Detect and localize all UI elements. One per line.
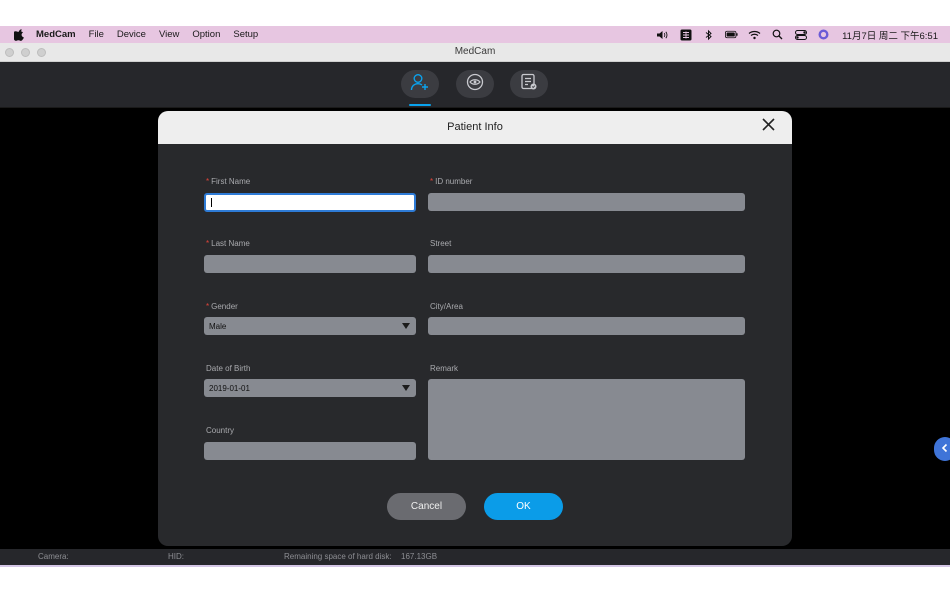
window-bottom-edge: [0, 565, 950, 567]
dropdown-arrow-icon: [402, 385, 410, 391]
menu-bar: MedCam File Device View Option Setup 11月…: [0, 26, 950, 43]
id-number-label: * ID number: [430, 177, 473, 186]
gender-value: Male: [209, 321, 227, 331]
volume-icon[interactable]: [656, 28, 669, 41]
disk-space-value: 167.13GB: [401, 552, 438, 561]
hid-status-label: HID:: [168, 552, 184, 561]
country-label: Country: [206, 426, 235, 435]
active-tab-indicator: [409, 104, 431, 106]
preview-eye-icon: [466, 73, 484, 96]
status-menu-area: 11月7日 周二 下午6:51: [656, 26, 938, 43]
first-name-field[interactable]: [204, 193, 416, 212]
dob-value: 2019-01-01: [209, 383, 250, 393]
dob-select[interactable]: 2019-01-01: [204, 379, 416, 397]
menu-option[interactable]: Option: [192, 29, 220, 40]
street-label: Street: [430, 239, 452, 248]
screen: MedCam File Device View Option Setup 11月…: [0, 0, 950, 594]
last-name-field[interactable]: [204, 255, 416, 273]
country-field[interactable]: [204, 442, 416, 460]
dialog-title: Patient Info: [447, 121, 503, 133]
window-title-bar: MedCam: [0, 43, 950, 62]
last-name-label: * Last Name: [206, 239, 250, 248]
top-margin: [0, 0, 950, 26]
menu-file[interactable]: File: [89, 29, 104, 40]
apple-icon[interactable]: [12, 28, 26, 42]
patient-info-dialog: Patient Info * First Name * Last Name * Gen…: [158, 111, 792, 546]
records-button[interactable]: [510, 70, 548, 98]
menu-setup[interactable]: Setup: [233, 29, 258, 40]
control-center-icon[interactable]: [794, 28, 807, 41]
first-name-label: * First Name: [206, 177, 251, 186]
spotlight-search-icon[interactable]: [771, 28, 784, 41]
menu-device[interactable]: Device: [117, 29, 146, 40]
preview-button[interactable]: [456, 70, 494, 98]
bluetooth-icon[interactable]: [702, 28, 715, 41]
dialog-close-button[interactable]: [760, 118, 776, 136]
city-field[interactable]: [428, 317, 745, 335]
add-patient-icon: [410, 73, 430, 96]
siri-icon[interactable]: [817, 28, 830, 41]
close-icon: [761, 118, 775, 136]
camera-status-label: Camera:: [38, 552, 69, 561]
menu-app-name[interactable]: MedCam: [36, 29, 76, 40]
app-toolbar: [0, 62, 950, 108]
dob-label: Date of Birth: [206, 364, 251, 373]
id-number-field[interactable]: [428, 193, 745, 211]
remark-label: Remark: [430, 364, 459, 373]
city-label: City/Area: [430, 302, 463, 311]
records-icon: [520, 73, 538, 96]
disk-space-label: Remaining space of hard disk:: [284, 552, 392, 561]
menu-view[interactable]: View: [159, 29, 179, 40]
status-bar: Camera: HID: Remaining space of hard dis…: [0, 549, 950, 565]
wifi-icon[interactable]: [748, 28, 761, 41]
side-panel-toggle[interactable]: [934, 437, 950, 461]
gender-label: * Gender: [206, 302, 238, 311]
gender-select[interactable]: Male: [204, 317, 416, 335]
street-field[interactable]: [428, 255, 745, 273]
ok-button[interactable]: OK: [484, 493, 563, 520]
text-caret: [211, 198, 212, 207]
dropdown-arrow-icon: [402, 323, 410, 329]
input-method-icon[interactable]: [679, 28, 692, 41]
menu-clock[interactable]: 11月7日 周二 下午6:51: [842, 28, 938, 42]
cancel-button[interactable]: Cancel: [387, 493, 466, 520]
window-title: MedCam: [454, 46, 496, 57]
add-patient-button[interactable]: [401, 70, 439, 98]
dialog-header: Patient Info: [158, 111, 792, 144]
chevron-left-icon: [941, 440, 949, 458]
battery-icon[interactable]: [725, 28, 738, 41]
remark-textarea[interactable]: [428, 379, 745, 460]
